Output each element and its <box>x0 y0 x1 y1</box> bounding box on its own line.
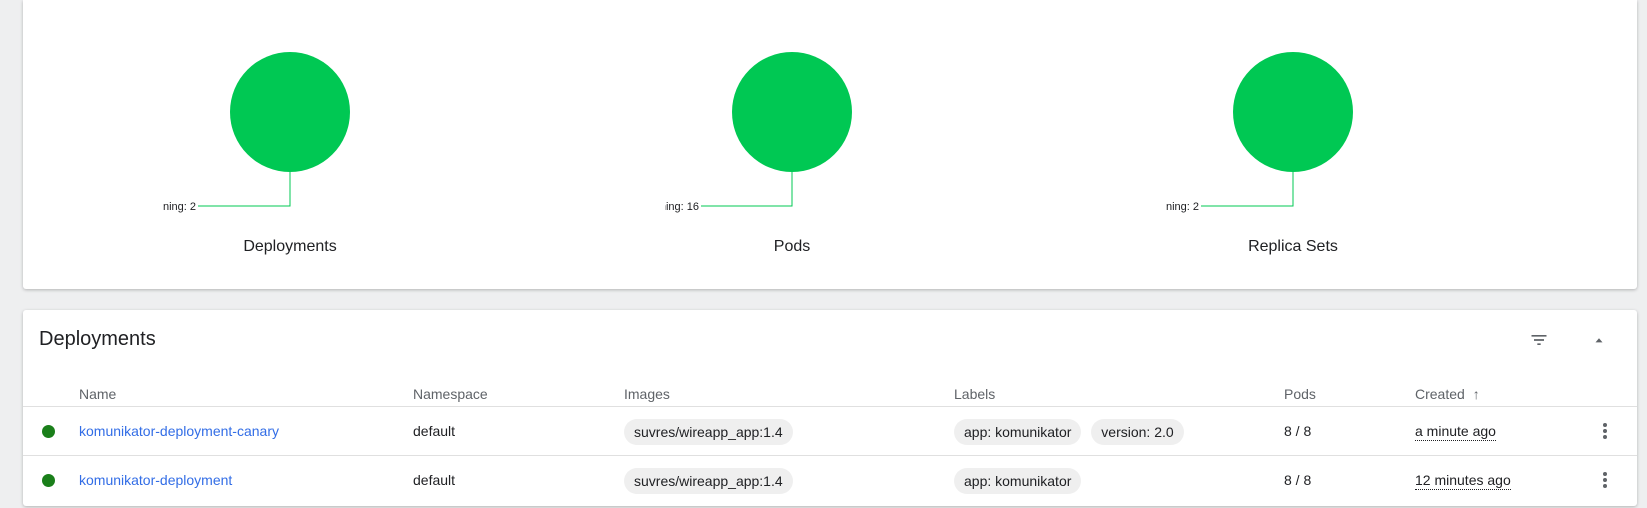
replicasets-running-label: Running: 2 <box>1166 201 1199 213</box>
deployments-legend-leader <box>198 172 291 207</box>
deployments-status-chart: Running: 2 Deployments <box>163 0 463 289</box>
labels-cell: app: komunikator <box>954 456 1082 504</box>
pods-chart-title: Pods <box>773 238 811 255</box>
pods-legend-leader <box>701 172 793 207</box>
row-actions-button[interactable] <box>1593 419 1617 443</box>
image-chip: suvres/wireapp_app:1.4 <box>624 468 793 495</box>
workload-status-card: Running: 2 Deployments Running: 16 Pods … <box>23 0 1637 289</box>
table-row: komunikator-deployment-canary default su… <box>23 407 1637 456</box>
more-vert-icon <box>1603 423 1607 439</box>
image-chip: suvres/wireapp_app:1.4 <box>624 419 793 446</box>
pods-running-slice <box>732 52 852 172</box>
deployments-card: Deployments Name Namespace Images Labels… <box>23 310 1637 506</box>
created-time: a minute ago <box>1415 423 1496 441</box>
pods-cell: 8 / 8 <box>1284 423 1312 439</box>
label-chip: version: 2.0 <box>1091 419 1184 446</box>
namespace-cell: default <box>413 472 456 488</box>
filter-button[interactable] <box>1523 324 1555 356</box>
status-running-icon <box>42 474 55 487</box>
deployments-pie: Running: 2 <box>163 52 350 213</box>
deployment-name-link[interactable]: komunikator-deployment <box>79 456 232 504</box>
row-actions-button[interactable] <box>1593 468 1617 492</box>
created-time: 12 minutes ago <box>1415 472 1511 490</box>
images-cell: suvres/wireapp_app:1.4 <box>624 407 793 455</box>
collapse-arrow-icon <box>1595 338 1603 343</box>
sort-ascending-icon: ↑ <box>1472 386 1480 402</box>
namespace-cell: default <box>413 423 456 439</box>
labels-cell: app: komunikator version: 2.0 <box>954 407 1184 455</box>
label-chip: app: komunikator <box>954 419 1082 446</box>
column-header-created-label: Created <box>1415 386 1465 402</box>
images-cell: suvres/wireapp_app:1.4 <box>624 456 793 504</box>
more-vert-icon <box>1603 472 1607 488</box>
replicasets-chart-title: Replica Sets <box>1248 238 1338 255</box>
status-running-icon <box>42 425 55 438</box>
collapse-button[interactable] <box>1583 324 1615 356</box>
label-chip: app: komunikator <box>954 468 1082 495</box>
replicasets-pie: Running: 2 <box>1166 52 1353 213</box>
pods-pie: Running: 16 <box>665 52 852 213</box>
deployments-running-label: Running: 2 <box>163 201 196 213</box>
replicasets-running-slice <box>1233 52 1353 172</box>
created-cell: 12 minutes ago <box>1415 456 1511 504</box>
deployments-running-slice <box>230 52 350 172</box>
deployments-chart-title: Deployments <box>243 238 337 255</box>
filter-icon <box>1531 335 1547 345</box>
deployment-name-link[interactable]: komunikator-deployment-canary <box>79 407 279 455</box>
replicasets-status-chart: Running: 2 Replica Sets <box>1166 0 1466 289</box>
deployments-card-title: Deployments <box>39 328 156 350</box>
pods-running-label: Running: 16 <box>665 201 699 213</box>
pods-cell: 8 / 8 <box>1284 472 1312 488</box>
created-cell: a minute ago <box>1415 407 1496 455</box>
pods-status-chart: Running: 16 Pods <box>665 0 965 289</box>
replicasets-legend-leader <box>1201 172 1294 207</box>
table-row: komunikator-deployment default suvres/wi… <box>23 456 1637 505</box>
